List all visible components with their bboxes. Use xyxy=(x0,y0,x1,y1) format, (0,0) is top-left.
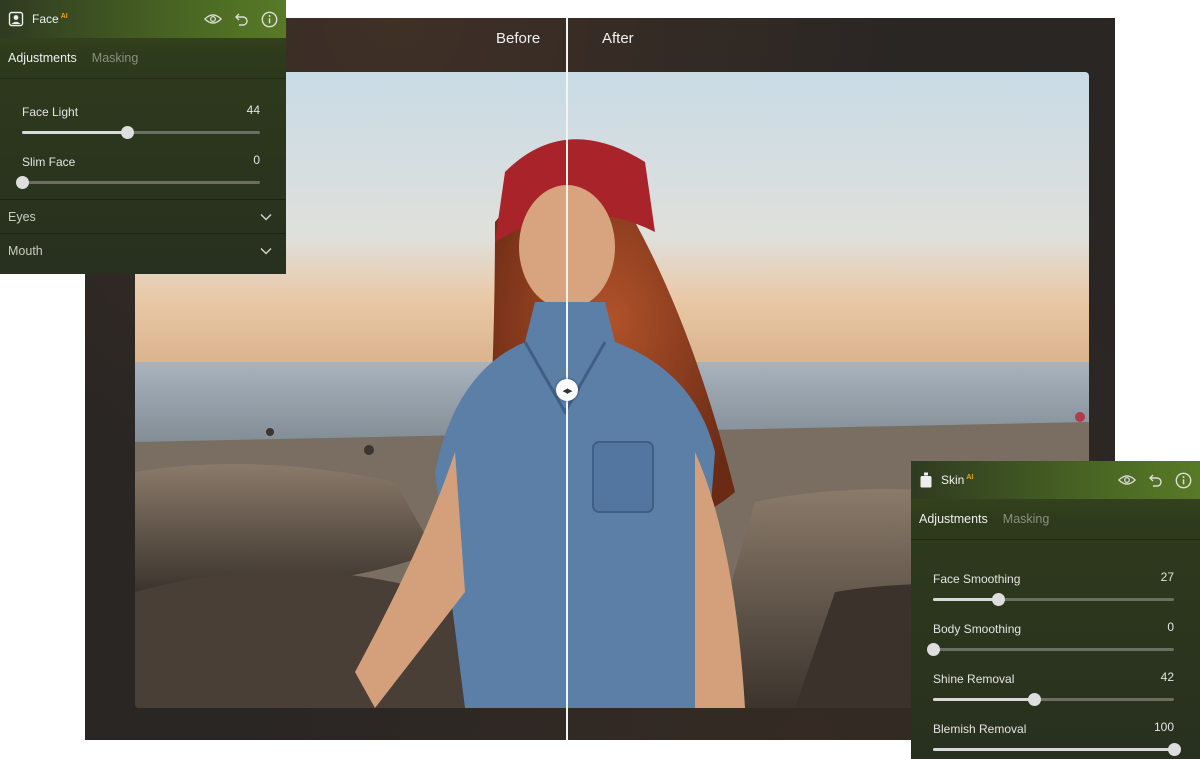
slider-label: Slim Face xyxy=(22,155,76,169)
tab-adjustments[interactable]: Adjustments xyxy=(919,512,988,526)
info-icon[interactable] xyxy=(1174,471,1192,489)
slider-label: Shine Removal xyxy=(933,672,1015,686)
eye-icon[interactable] xyxy=(1118,471,1136,489)
slider-thumb[interactable] xyxy=(16,176,29,189)
eye-icon[interactable] xyxy=(204,10,222,28)
tab-masking[interactable]: Masking xyxy=(1003,512,1050,526)
section-label: Eyes xyxy=(8,209,36,224)
slider-fill xyxy=(933,598,999,601)
info-icon[interactable] xyxy=(260,10,278,28)
slider-label: Body Smoothing xyxy=(933,622,1022,636)
shine-removal-slider[interactable] xyxy=(933,693,1174,706)
slider-fill xyxy=(22,131,127,134)
slider-value[interactable]: 0 xyxy=(1167,620,1174,634)
body-smoothing-slider[interactable] xyxy=(927,643,1174,656)
face-panel-tabs: Adjustments Masking xyxy=(0,38,286,79)
face-ai-badge: AI xyxy=(60,13,68,20)
slider-thumb[interactable] xyxy=(120,126,134,139)
blemish-removal-slider[interactable] xyxy=(933,743,1181,756)
slider-thumb[interactable] xyxy=(927,643,940,656)
skin-ai-badge: AI xyxy=(966,474,974,481)
before-label: Before xyxy=(496,30,541,47)
tab-masking[interactable]: Masking xyxy=(92,51,139,65)
chevron-down-icon xyxy=(260,213,272,221)
section-label: Mouth xyxy=(8,243,43,258)
face-smoothing-slider-row: Face Smoothing 27 xyxy=(911,558,1200,608)
face-panel: Face AI Adjustments Masking Face Light 44… xyxy=(0,0,286,274)
tab-adjustments[interactable]: Adjustments xyxy=(8,51,77,65)
slider-thumb[interactable] xyxy=(1168,743,1181,756)
section-mouth[interactable]: Mouth xyxy=(0,233,286,267)
after-label: After xyxy=(602,30,634,47)
face-portrait-icon xyxy=(8,11,24,27)
lotion-bottle-icon xyxy=(919,472,933,488)
left-right-arrows-icon: ◂▸ xyxy=(562,384,572,397)
slider-value[interactable]: 27 xyxy=(1161,570,1174,584)
face-panel-header: Face AI xyxy=(0,0,286,38)
skin-panel: Skin AI Adjustments Masking Face Smoothin… xyxy=(911,461,1200,759)
section-eyes[interactable]: Eyes xyxy=(0,199,286,233)
chevron-down-icon xyxy=(260,247,272,255)
slider-fill xyxy=(933,698,1035,701)
blemish-removal-slider-row: Blemish Removal 100 xyxy=(911,708,1200,758)
slider-thumb[interactable] xyxy=(992,593,1006,606)
slider-value[interactable]: 100 xyxy=(1154,720,1174,734)
skin-panel-header: Skin AI xyxy=(911,461,1200,499)
undo-icon[interactable] xyxy=(232,10,250,28)
slider-fill xyxy=(933,748,1174,751)
face-title-text: Face xyxy=(32,12,59,26)
slider-value[interactable]: 44 xyxy=(247,103,260,117)
body-smoothing-slider-row: Body Smoothing 0 xyxy=(911,608,1200,658)
slider-label: Blemish Removal xyxy=(933,722,1027,736)
skin-panel-tabs: Adjustments Masking xyxy=(911,499,1200,540)
face-light-slider-row: Face Light 44 xyxy=(0,91,286,141)
face-light-slider[interactable] xyxy=(22,126,260,139)
slider-label: Face Smoothing xyxy=(933,572,1021,586)
slider-value[interactable]: 42 xyxy=(1161,670,1174,684)
slider-label: Face Light xyxy=(22,105,79,119)
face-panel-title: Face AI xyxy=(32,12,68,26)
skin-panel-title: Skin AI xyxy=(941,473,973,487)
face-smoothing-slider[interactable] xyxy=(933,593,1174,606)
undo-icon[interactable] xyxy=(1146,471,1164,489)
shine-removal-slider-row: Shine Removal 42 xyxy=(911,658,1200,708)
slim-face-slider[interactable] xyxy=(16,176,260,189)
compare-drag-handle[interactable]: ◂▸ xyxy=(556,379,578,401)
skin-title-text: Skin xyxy=(941,473,965,487)
slider-value[interactable]: 0 xyxy=(253,153,260,167)
slider-thumb[interactable] xyxy=(1028,693,1042,706)
slim-face-slider-row: Slim Face 0 xyxy=(0,141,286,191)
